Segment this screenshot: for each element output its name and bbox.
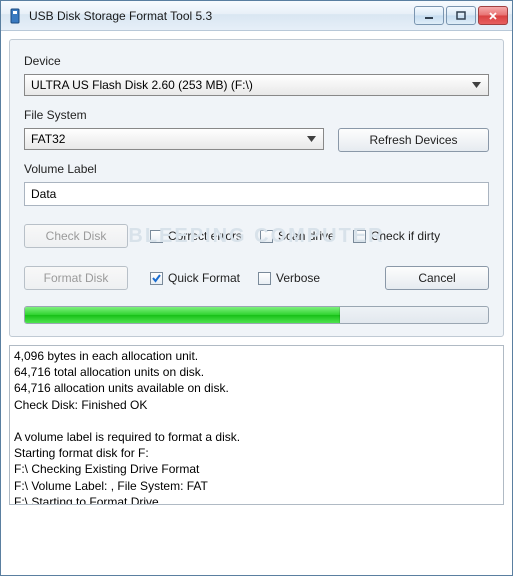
correct-errors-checkbox[interactable]: Correct errors xyxy=(150,229,242,243)
verbose-checkbox[interactable]: Verbose xyxy=(258,271,320,285)
close-button[interactable] xyxy=(478,6,508,25)
verbose-label: Verbose xyxy=(276,271,320,285)
check-if-dirty-checkbox[interactable]: Check if dirty xyxy=(353,229,440,243)
cancel-button[interactable]: Cancel xyxy=(385,266,489,290)
quick-format-label: Quick Format xyxy=(168,271,240,285)
checkbox-icon xyxy=(258,272,271,285)
minimize-button[interactable] xyxy=(414,6,444,25)
main-panel: Device ULTRA US Flash Disk 2.60 (253 MB)… xyxy=(9,39,504,337)
progress-fill xyxy=(25,307,340,323)
file-system-label: File System xyxy=(24,108,489,122)
scan-drive-checkbox[interactable]: Scan drive xyxy=(260,229,335,243)
maximize-button[interactable] xyxy=(446,6,476,25)
file-system-selected: FAT32 xyxy=(31,132,303,146)
app-icon xyxy=(7,8,23,24)
format-disk-row: Format Disk Quick Format Verbose Cancel xyxy=(24,266,489,290)
check-disk-button: Check Disk xyxy=(24,224,128,248)
chevron-down-icon xyxy=(468,76,484,94)
window-title: USB Disk Storage Format Tool 5.3 xyxy=(29,9,414,23)
window-controls xyxy=(414,6,508,25)
file-system-dropdown[interactable]: FAT32 xyxy=(24,128,324,150)
titlebar: USB Disk Storage Format Tool 5.3 xyxy=(1,1,512,31)
scan-drive-label: Scan drive xyxy=(278,229,335,243)
device-label: Device xyxy=(24,54,489,68)
quick-format-checkbox[interactable]: Quick Format xyxy=(150,271,240,285)
device-selected: ULTRA US Flash Disk 2.60 (253 MB) (F:\) xyxy=(31,78,468,92)
chevron-down-icon xyxy=(303,130,319,148)
checkbox-icon xyxy=(260,230,273,243)
volume-label-label: Volume Label xyxy=(24,162,489,176)
progress-bar xyxy=(24,306,489,324)
checkbox-icon xyxy=(353,230,366,243)
refresh-devices-button[interactable]: Refresh Devices xyxy=(338,128,489,152)
format-disk-button: Format Disk xyxy=(24,266,128,290)
volume-label-input[interactable] xyxy=(24,182,489,206)
log-output[interactable]: 4,096 bytes in each allocation unit. 64,… xyxy=(9,345,504,505)
device-dropdown[interactable]: ULTRA US Flash Disk 2.60 (253 MB) (F:\) xyxy=(24,74,489,96)
check-if-dirty-label: Check if dirty xyxy=(371,229,440,243)
correct-errors-label: Correct errors xyxy=(168,229,242,243)
check-disk-row: Check Disk Correct errors Scan drive Che… xyxy=(24,224,489,248)
checkbox-checked-icon xyxy=(150,272,163,285)
checkbox-icon xyxy=(150,230,163,243)
log-text: 4,096 bytes in each allocation unit. 64,… xyxy=(14,349,240,505)
